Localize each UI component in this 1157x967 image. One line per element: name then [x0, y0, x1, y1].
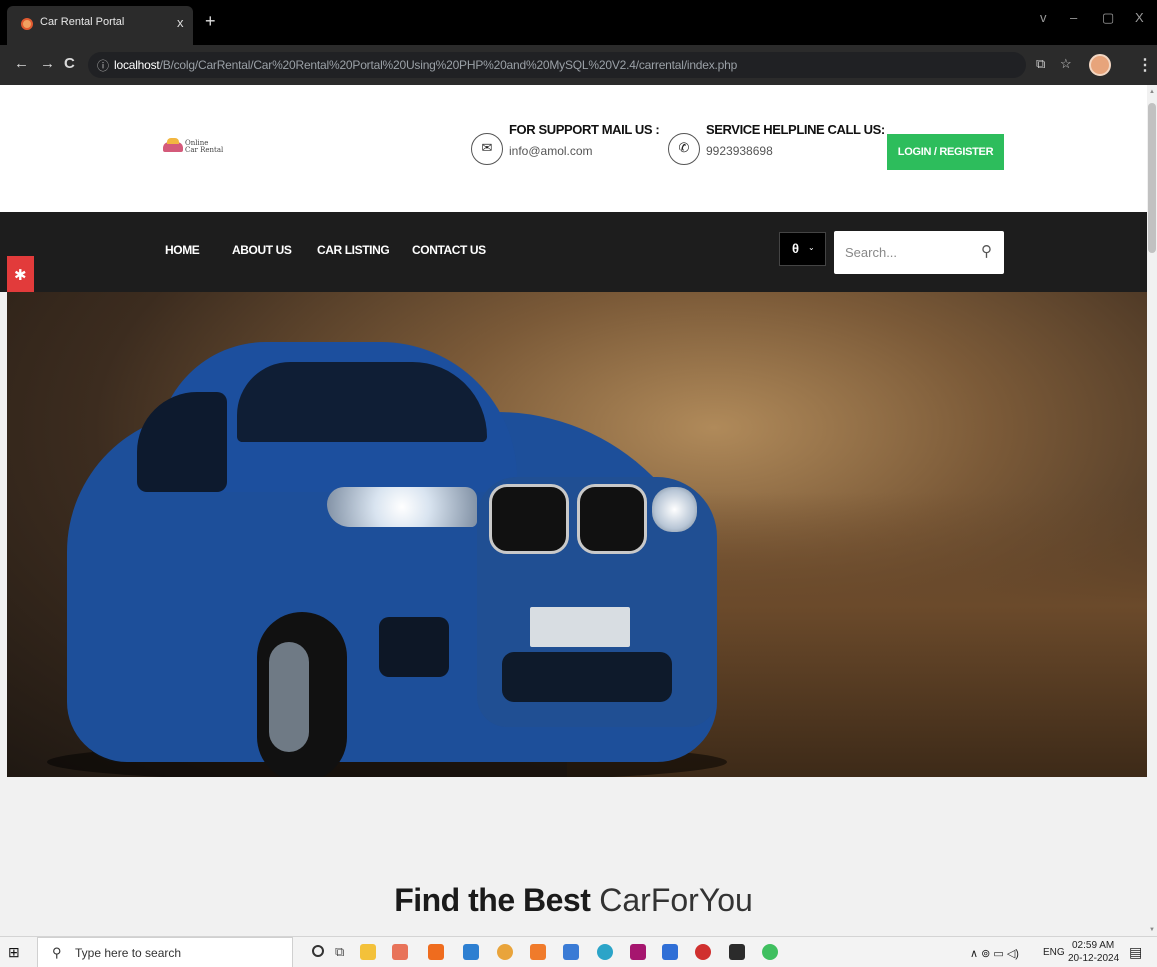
car-fog-lamp [379, 617, 449, 677]
url-text: localhost/B/colg/CarRental/Car%20Rental%… [114, 58, 737, 72]
app-icon-1[interactable] [392, 944, 408, 960]
close-window-button[interactable]: X [1135, 10, 1144, 25]
tray-language[interactable]: ENG [1043, 947, 1065, 958]
main-navbar: HOME ABOUT US CAR LISTING CONTACT US θ ⌄… [0, 212, 1147, 292]
file-explorer-icon[interactable] [360, 944, 376, 960]
bookmark-star-icon[interactable]: ☆ [1060, 57, 1072, 71]
web-page: Online Car Rental ✉ FOR SUPPORT MAIL US … [0, 85, 1147, 936]
scroll-thumb[interactable] [1148, 103, 1156, 253]
phone-icon-circle: ✆ [668, 133, 700, 165]
taskbar-search-input[interactable]: ⚲ Type here to search [37, 937, 293, 967]
site-header: Online Car Rental ✉ FOR SUPPORT MAIL US … [0, 85, 1147, 212]
minimize-button[interactable]: – [1070, 10, 1077, 25]
search-input[interactable]: Search... ⚲ [834, 231, 1004, 274]
share-icon[interactable]: ⧉ [1036, 57, 1045, 71]
logo-text: Online Car Rental [185, 140, 223, 154]
logo-text-line2: Car Rental [185, 146, 224, 154]
car-grille-left [489, 484, 569, 554]
url-path: /B/colg/CarRental/Car%20Rental%20Portal%… [159, 58, 738, 72]
nav-contact-us[interactable]: CONTACT US [412, 243, 486, 257]
search-icon[interactable]: ⚲ [981, 242, 992, 260]
tab-close-button[interactable]: x [177, 15, 184, 30]
browser-menu-icon[interactable]: ⋮ [1137, 55, 1153, 75]
windows-start-icon[interactable]: ⊞ [8, 945, 22, 959]
task-view-icon[interactable]: ⧉ [335, 944, 351, 960]
app-icon-3[interactable] [695, 944, 711, 960]
car-headlight-left [327, 487, 477, 527]
mail-icon-circle: ✉ [471, 133, 503, 165]
scroll-up-icon[interactable]: ▲ [1149, 89, 1155, 95]
user-icon: θ [792, 241, 800, 256]
browser-tabbar: Car Rental Portal x + v – ▢ X [0, 0, 1157, 45]
vscode-icon[interactable] [463, 944, 479, 960]
section-title-bold: Find the Best [394, 882, 591, 918]
app-icon-2[interactable] [530, 944, 546, 960]
tab-search-button[interactable]: v [1040, 10, 1047, 25]
tab-title: Car Rental Portal [40, 16, 125, 28]
chevron-down-icon: ⌄ [808, 243, 815, 252]
page-scrollbar[interactable]: ▲ ▼ [1147, 85, 1157, 936]
car-lower-intake [502, 652, 672, 702]
windows-taskbar: ⊞ ⚲ Type here to search ⧉ ∧ ⊚ ▭ ◁) ENG 0… [0, 936, 1157, 967]
car-headlight-right [652, 487, 697, 532]
helpline-number[interactable]: 9923938698 [706, 144, 773, 158]
support-title: FOR SUPPORT MAIL US : [509, 122, 660, 137]
search-placeholder: Search... [845, 245, 898, 260]
scroll-down-icon[interactable]: ▼ [1149, 927, 1155, 933]
new-tab-button[interactable]: + [205, 12, 216, 30]
search-icon: ⚲ [52, 945, 62, 960]
notifications-icon[interactable]: ▤ [1129, 944, 1142, 961]
phone-icon: ✆ [678, 140, 690, 155]
nav-home[interactable]: HOME [165, 243, 200, 257]
forward-button[interactable]: → [40, 56, 55, 71]
tray-time[interactable]: 02:59 AM [1072, 940, 1114, 951]
car-windshield [237, 362, 487, 442]
sublime-icon[interactable] [428, 944, 444, 960]
section-title-light: CarForYou [599, 882, 753, 918]
chrome-icon[interactable] [497, 944, 513, 960]
profile-avatar[interactable] [1089, 54, 1111, 76]
hero-banner-image [7, 292, 1147, 777]
section-title: Find the Best CarForYou [0, 882, 1147, 919]
car-logo-icon [163, 138, 183, 152]
back-button[interactable]: ← [14, 56, 29, 71]
address-bar-row: ← → C ⓘ localhost/B/colg/CarRental/Car%2… [0, 45, 1157, 85]
illustrator-icon[interactable] [630, 944, 646, 960]
url-input[interactable]: ⓘ localhost/B/colg/CarRental/Car%20Renta… [88, 52, 1026, 78]
tray-icons[interactable]: ∧ ⊚ ▭ ◁) [970, 947, 1019, 960]
taskbar-search-placeholder: Type here to search [75, 946, 182, 960]
teamviewer-icon[interactable] [563, 944, 579, 960]
nav-about-us[interactable]: ABOUT US [232, 243, 292, 257]
screen: Car Rental Portal x + v – ▢ X ← → C ⓘ lo… [0, 0, 1157, 967]
car-front-rim [269, 642, 309, 752]
car-license-plate [530, 607, 630, 647]
nav-car-listing[interactable]: CAR LISTING [317, 243, 390, 257]
login-register-button[interactable]: LOGIN / REGISTER [887, 134, 1004, 170]
maximize-button[interactable]: ▢ [1102, 10, 1114, 26]
site-info-icon[interactable]: ⓘ [97, 57, 109, 74]
terminal-icon[interactable] [729, 944, 745, 960]
helpline-title: SERVICE HELPLINE CALL US: [706, 122, 885, 137]
tray-date[interactable]: 20-12-2024 [1068, 953, 1119, 964]
favicon-icon [21, 18, 33, 30]
zoom-icon[interactable] [662, 944, 678, 960]
gear-icon: ✱ [14, 267, 27, 284]
site-logo[interactable]: Online Car Rental [163, 137, 243, 157]
cortana-icon[interactable] [312, 945, 324, 957]
whatsapp-icon[interactable] [762, 944, 778, 960]
support-email[interactable]: info@amol.com [509, 144, 593, 158]
browser-tab[interactable]: Car Rental Portal x [7, 6, 193, 45]
url-host: localhost [114, 58, 160, 72]
car-grille-right [577, 484, 647, 554]
user-menu-button[interactable]: θ ⌄ [779, 232, 826, 266]
car-side-window [137, 392, 227, 492]
reload-button[interactable]: C [64, 56, 75, 71]
edge-icon[interactable] [597, 944, 613, 960]
mail-icon: ✉ [481, 140, 493, 155]
